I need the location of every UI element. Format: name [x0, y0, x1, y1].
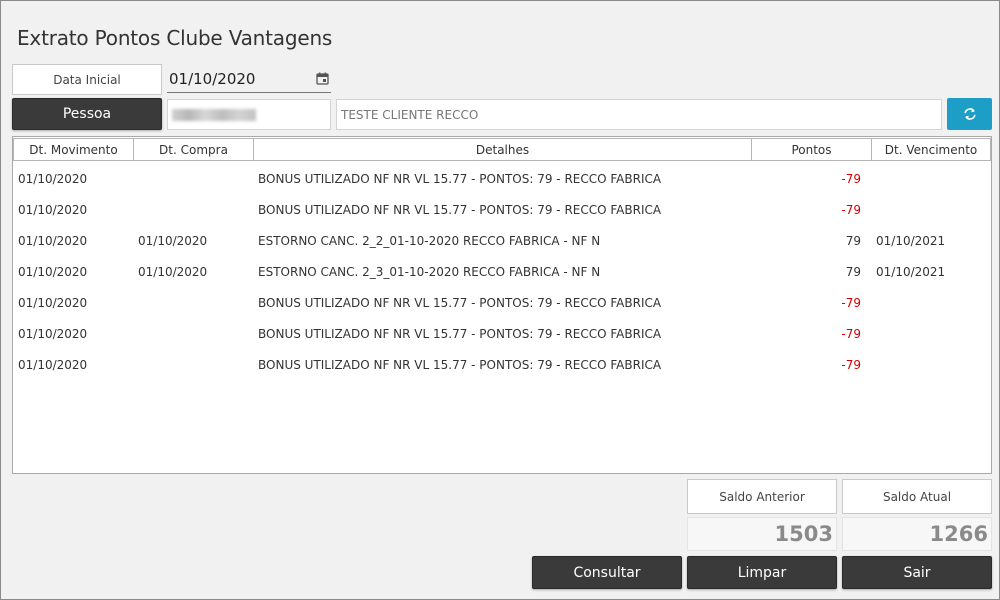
table-row[interactable]: 01/10/2020 BONUS UTILIZADO NF NR VL 15.77… [13, 194, 991, 225]
cell-dt-movimento: 01/10/2020 [18, 264, 88, 279]
cell-pontos: -79 [841, 202, 861, 217]
data-inicial-label: Data Inicial [12, 64, 162, 95]
table-row[interactable]: 01/10/2020 BONUS UTILIZADO NF NR VL 15.77… [13, 287, 991, 318]
header-detalhes[interactable]: Detalhes [253, 138, 752, 161]
cell-dt-compra [138, 287, 253, 318]
table-row[interactable]: 01/10/2020 01/10/2020 ESTORNO CANC. 2_2_01… [13, 225, 991, 256]
cell-pontos: -79 [841, 326, 861, 341]
cell-pontos: -79 [841, 295, 861, 310]
header-dt-vencimento[interactable]: Dt. Vencimento [871, 138, 991, 161]
cell-dt-movimento: 01/10/2020 [18, 233, 88, 248]
table-row[interactable]: 01/10/2020 BONUS UTILIZADO NF NR VL 15.77… [13, 349, 991, 380]
cell-dt-compra: 01/10/2020 [138, 264, 208, 279]
pessoa-code-input[interactable] [167, 99, 331, 130]
header-pontos[interactable]: Pontos [751, 138, 872, 161]
cell-dt-vencimento: 01/10/2021 [876, 264, 946, 279]
app-window: Extrato Pontos Clube Vantagens Data Inic… [0, 0, 1000, 600]
data-inicial-field[interactable]: 01/10/2020 [167, 66, 331, 93]
saldo-anterior-label: Saldo Anterior [687, 479, 837, 514]
cell-detalhes: BONUS UTILIZADO NF NR VL 15.77 - PONTOS:… [258, 357, 662, 372]
saldo-anterior-value: 1503 [687, 517, 837, 551]
cell-detalhes: BONUS UTILIZADO NF NR VL 15.77 - PONTOS:… [258, 202, 662, 217]
cell-detalhes: BONUS UTILIZADO NF NR VL 15.77 - PONTOS:… [258, 171, 662, 186]
cell-detalhes: BONUS UTILIZADO NF NR VL 15.77 - PONTOS:… [258, 326, 662, 341]
table-header: Dt. Movimento Dt. Compra Detalhes Pontos… [13, 137, 991, 162]
cell-dt-movimento: 01/10/2020 [18, 357, 88, 372]
cell-dt-compra [138, 349, 253, 380]
cell-detalhes: ESTORNO CANC. 2_3_01-10-2020 RECCO FABRI… [258, 264, 601, 279]
cell-dt-movimento: 01/10/2020 [18, 326, 88, 341]
page-title: Extrato Pontos Clube Vantagens [17, 26, 333, 50]
cell-dt-compra [138, 318, 253, 349]
cell-detalhes: BONUS UTILIZADO NF NR VL 15.77 - PONTOS:… [258, 295, 662, 310]
cell-pontos: -79 [841, 357, 861, 372]
cell-dt-movimento: 01/10/2020 [18, 295, 88, 310]
header-dt-compra[interactable]: Dt. Compra [133, 138, 254, 161]
cell-dt-compra: 01/10/2020 [138, 233, 208, 248]
cell-dt-vencimento [876, 318, 986, 349]
refresh-button[interactable] [947, 98, 992, 130]
cell-pontos: 79 [845, 264, 861, 279]
cell-dt-vencimento [876, 287, 986, 318]
cell-pontos: 79 [845, 233, 861, 248]
table-row[interactable]: 01/10/2020 BONUS UTILIZADO NF NR VL 15.77… [13, 163, 991, 194]
cell-dt-vencimento [876, 194, 986, 225]
calendar-icon[interactable] [316, 72, 329, 85]
cell-dt-movimento: 01/10/2020 [18, 202, 88, 217]
table-row[interactable]: 01/10/2020 BONUS UTILIZADO NF NR VL 15.77… [13, 318, 991, 349]
refresh-icon [963, 108, 976, 120]
sair-button[interactable]: Sair [842, 556, 992, 589]
pessoa-code-redacted [172, 108, 256, 121]
header-dt-movimento[interactable]: Dt. Movimento [13, 138, 134, 161]
cell-detalhes: ESTORNO CANC. 2_2_01-10-2020 RECCO FABRI… [258, 233, 601, 248]
limpar-button[interactable]: Limpar [687, 556, 837, 589]
pessoa-button[interactable]: Pessoa [12, 98, 162, 130]
cell-dt-movimento: 01/10/2020 [18, 171, 88, 186]
saldo-atual-label: Saldo Atual [842, 479, 992, 514]
cell-dt-vencimento [876, 163, 986, 194]
cell-dt-compra [138, 163, 253, 194]
cell-dt-compra [138, 194, 253, 225]
cell-pontos: -79 [841, 171, 861, 186]
table-row[interactable]: 01/10/2020 01/10/2020 ESTORNO CANC. 2_3_01… [13, 256, 991, 287]
pessoa-name-input[interactable]: TESTE CLIENTE RECCO [336, 99, 942, 130]
points-table: Dt. Movimento Dt. Compra Detalhes Pontos… [12, 136, 992, 474]
saldo-atual-value: 1266 [842, 517, 992, 551]
cell-dt-vencimento: 01/10/2021 [876, 233, 946, 248]
table-body: 01/10/2020 BONUS UTILIZADO NF NR VL 15.77… [13, 163, 991, 380]
data-inicial-value[interactable]: 01/10/2020 [169, 70, 255, 88]
consultar-button[interactable]: Consultar [532, 556, 682, 589]
cell-dt-vencimento [876, 349, 986, 380]
